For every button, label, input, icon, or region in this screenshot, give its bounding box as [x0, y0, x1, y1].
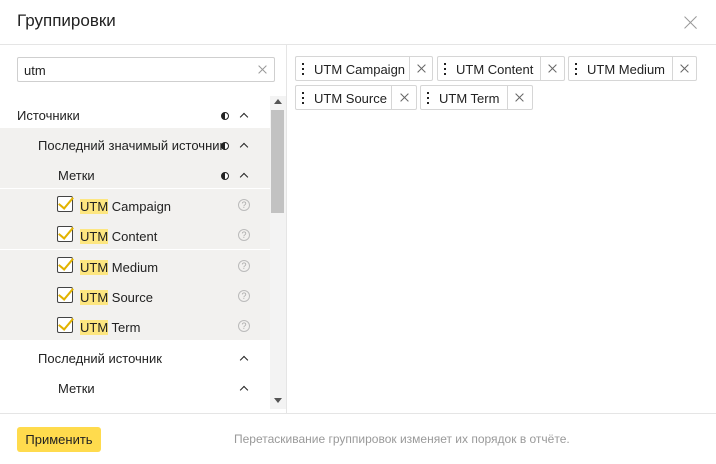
tree-item-label: Метки	[58, 381, 95, 396]
chip-divider	[409, 57, 410, 80]
scroll-up-arrow-icon[interactable]	[274, 99, 282, 104]
tree-item-label: Метки	[58, 168, 95, 183]
half-circle-icon[interactable]	[221, 142, 229, 150]
chip-label: UTM Term	[439, 91, 500, 106]
chip-label: UTM Medium	[587, 62, 666, 77]
tree-item-label: UTM Content	[80, 229, 157, 244]
tree-item-label: UTM Campaign	[80, 199, 171, 214]
search-field[interactable]	[17, 57, 275, 82]
scrollbar-thumb[interactable]	[271, 110, 284, 213]
tree-item-label-rest: Medium	[108, 260, 159, 275]
tree-item-utm-campaign[interactable]: UTM Campaign ?	[0, 189, 270, 219]
reorder-hint: Перетаскивание группировок изменяет их п…	[234, 432, 570, 446]
drag-handle-icon[interactable]	[444, 63, 446, 75]
panel-divider	[286, 45, 287, 413]
checkbox-checked[interactable]	[57, 287, 73, 303]
tree-item-last-source[interactable]: Последний источник	[0, 341, 270, 371]
selected-chip[interactable]: UTM Content	[437, 56, 565, 81]
remove-chip-icon[interactable]	[547, 63, 558, 74]
tree-item-label-rest: Content	[108, 229, 158, 244]
chevron-up-icon[interactable]	[240, 385, 248, 393]
header-divider	[0, 44, 716, 45]
remove-chip-icon[interactable]	[679, 63, 690, 74]
search-highlight: UTM	[80, 260, 109, 275]
groupings-dialog: Группировки Источники Последний значимый…	[0, 0, 716, 464]
checkbox-checked[interactable]	[57, 257, 73, 273]
search-highlight: UTM	[80, 290, 109, 305]
tree-item-tags-2[interactable]: Метки	[0, 371, 270, 401]
help-icon[interactable]: ?	[238, 199, 250, 211]
chip-divider	[672, 57, 673, 80]
groupings-tree: Источники Последний значимый источник Ме…	[0, 96, 270, 409]
chip-divider	[391, 86, 392, 109]
chevron-up-icon[interactable]	[240, 112, 248, 120]
tree-item-sources[interactable]: Источники	[0, 98, 270, 128]
tree-item-label: UTM Medium	[80, 260, 158, 275]
tree-item-label: Последний значимый источник	[38, 138, 226, 153]
tree-item-label: UTM Term	[80, 320, 140, 335]
checkbox-checked[interactable]	[57, 317, 73, 333]
remove-chip-icon[interactable]	[514, 92, 525, 103]
chevron-up-icon[interactable]	[240, 355, 248, 363]
tree-item-last-significant-source[interactable]: Последний значимый источник	[0, 128, 270, 158]
tree-item-label: UTM Source	[80, 290, 153, 305]
search-highlight: UTM	[80, 199, 109, 214]
tree-item-label-rest: Source	[108, 290, 153, 305]
tree-item-label-rest: Term	[108, 320, 141, 335]
tree-item-tags[interactable]: Метки	[0, 158, 270, 188]
chip-label: UTM Campaign	[314, 62, 406, 77]
scroll-down-arrow-icon[interactable]	[274, 398, 282, 403]
footer-divider	[0, 413, 716, 414]
checkbox-checked[interactable]	[57, 226, 73, 242]
chevron-up-icon[interactable]	[240, 172, 248, 180]
tree-item-label-rest: Campaign	[108, 199, 172, 214]
apply-button[interactable]: Применить	[17, 427, 101, 452]
help-icon[interactable]: ?	[238, 290, 250, 302]
chip-divider	[507, 86, 508, 109]
checkbox-checked[interactable]	[57, 196, 73, 212]
tree-item-utm-term[interactable]: UTM Term ?	[0, 310, 270, 340]
remove-chip-icon[interactable]	[416, 63, 427, 74]
selected-chip[interactable]: UTM Term	[420, 85, 533, 110]
drag-handle-icon[interactable]	[427, 92, 429, 104]
chip-divider	[540, 57, 541, 80]
tree-item-utm-medium[interactable]: UTM Medium ?	[0, 250, 270, 280]
half-circle-icon[interactable]	[221, 172, 229, 180]
tree-item-utm-content[interactable]: UTM Content ?	[0, 219, 270, 249]
tree-item-label: Последний источник	[38, 351, 162, 366]
drag-handle-icon[interactable]	[302, 92, 304, 104]
search-highlight: UTM	[80, 320, 109, 335]
half-circle-icon[interactable]	[221, 112, 229, 120]
chevron-up-icon[interactable]	[240, 142, 248, 150]
drag-handle-icon[interactable]	[575, 63, 577, 75]
drag-handle-icon[interactable]	[302, 63, 304, 75]
close-icon[interactable]	[682, 14, 699, 31]
search-highlight: UTM	[80, 229, 109, 244]
search-input[interactable]	[24, 62, 244, 78]
clear-search-icon[interactable]	[257, 64, 268, 75]
dialog-title: Группировки	[17, 11, 116, 30]
tree-item-utm-source[interactable]: UTM Source ?	[0, 280, 270, 310]
remove-chip-icon[interactable]	[399, 92, 410, 103]
tree-item-label: Источники	[17, 108, 80, 123]
help-icon[interactable]: ?	[238, 229, 250, 241]
selected-chip[interactable]: UTM Medium	[568, 56, 697, 81]
help-icon[interactable]: ?	[238, 260, 250, 272]
selected-chip[interactable]: UTM Campaign	[295, 56, 433, 81]
selected-chip[interactable]: UTM Source	[295, 85, 417, 110]
chip-label: UTM Content	[456, 62, 534, 77]
help-icon[interactable]: ?	[238, 320, 250, 332]
chip-label: UTM Source	[314, 91, 387, 106]
